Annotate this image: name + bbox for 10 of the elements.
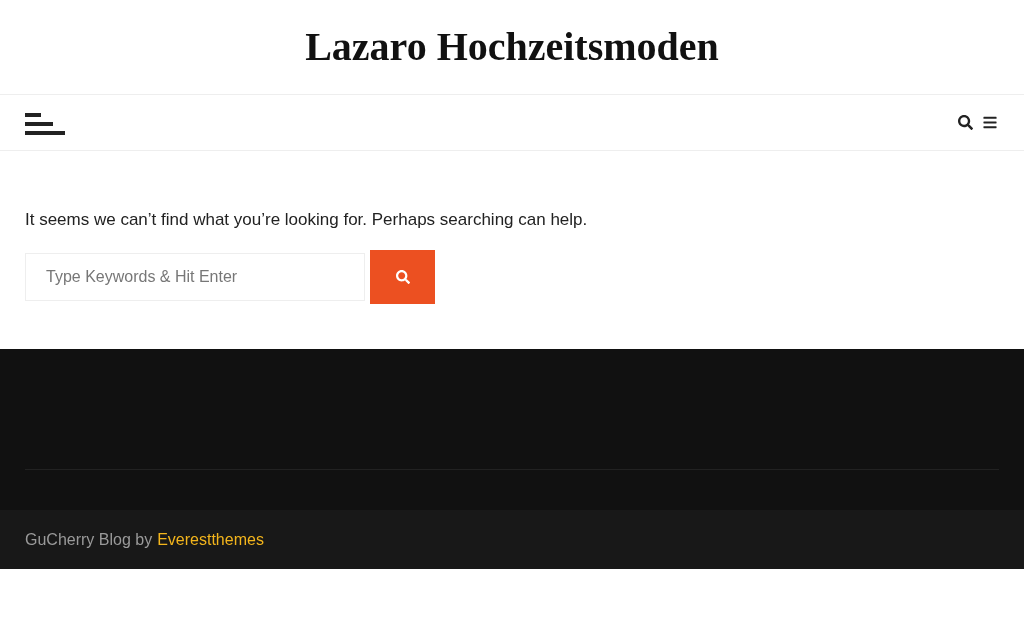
search-field[interactable]: Type Keywords & Hit Enter [25,252,365,301]
search-button[interactable] [370,249,435,304]
footer-credit: GuCherry Blog by [25,529,153,550]
not-found-message: It seems we can’t find what you’re looking for. Perhaps searching can help. [25,209,589,231]
search-icon[interactable] [958,115,973,130]
menu-toggle-icon[interactable] [25,110,65,135]
theme-link[interactable]: Everestthemes [157,527,264,552]
site-title[interactable]: Lazaro Hochzeitsmoden [305,17,719,77]
search-icon [395,269,410,284]
menu-icon[interactable] [983,115,997,130]
